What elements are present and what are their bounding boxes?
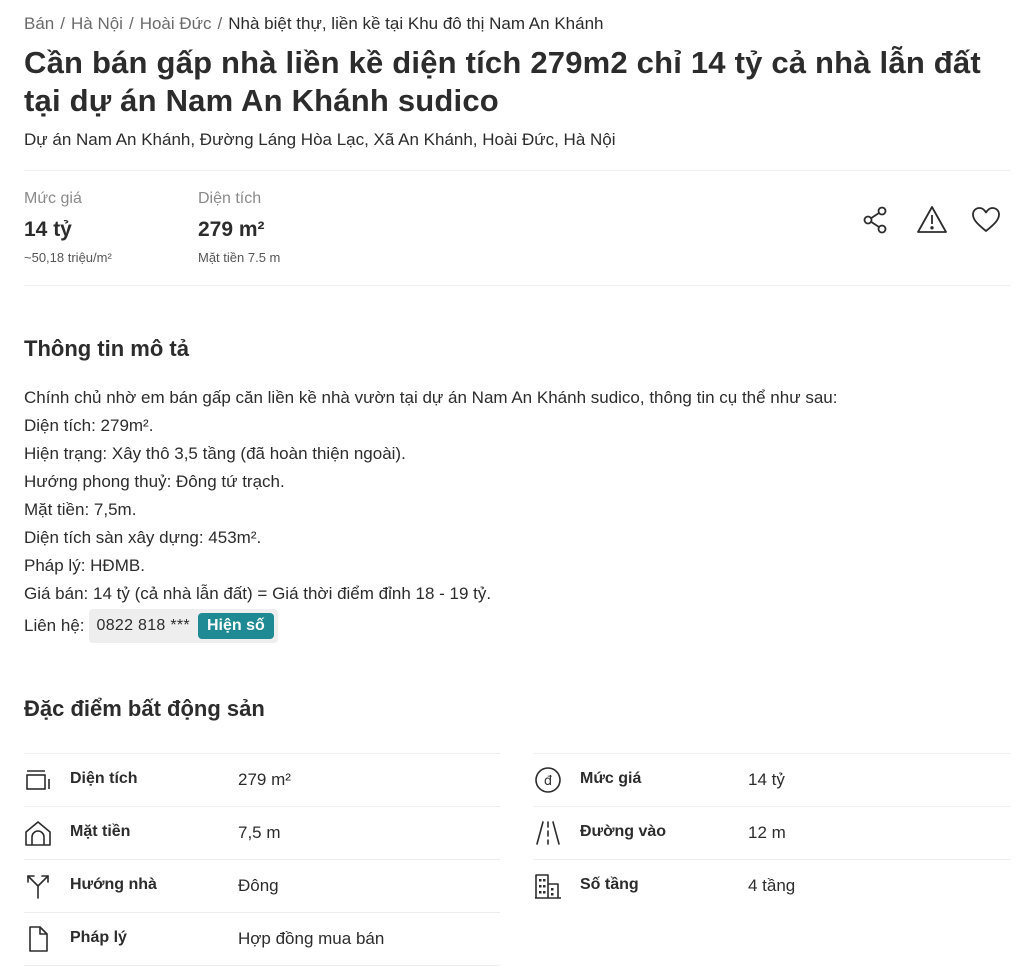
listing-title: Cần bán gấp nhà liền kề diện tích 279m2 … xyxy=(24,45,981,118)
masked-phone-number: 0822 818 *** xyxy=(96,617,190,634)
price-value: 14 tỷ xyxy=(24,218,72,241)
features-column-right: đ Mức giá 14 tỷ Đường vào 12 m Số tầng 4… xyxy=(534,753,1010,912)
listing-actions xyxy=(860,204,1010,236)
feature-label: Đường vào xyxy=(580,823,667,840)
direction-icon xyxy=(24,872,52,900)
phone-box: 0822 818 *** Hiện số xyxy=(88,609,278,643)
area-label: Diện tích xyxy=(198,190,262,207)
contact-label: Liên hệ: xyxy=(24,616,85,635)
feature-value: 279 m² xyxy=(238,770,291,789)
svg-text:đ: đ xyxy=(544,774,553,789)
show-phone-button[interactable]: Hiện số xyxy=(197,613,274,639)
description-line: Hiện trạng: Xây thô 3,5 tầng (đã hoàn th… xyxy=(24,444,406,463)
feature-value: 14 tỷ xyxy=(748,770,785,789)
breadcrumb-item-ban[interactable]: Bán xyxy=(24,14,54,33)
warning-icon xyxy=(917,206,947,233)
feature-label: Diện tích xyxy=(70,770,138,787)
breadcrumb-item-ha-noi[interactable]: Hà Nội xyxy=(71,14,123,33)
breadcrumb-separator: / xyxy=(60,14,65,33)
price-summary: Mức giá 14 tỷ ~50,18 triệu/m² xyxy=(24,190,112,265)
breadcrumb-separator: / xyxy=(217,14,223,33)
feature-row-price: đ Mức giá 14 tỷ xyxy=(534,753,1010,806)
report-button[interactable] xyxy=(916,204,948,236)
description-line: Mặt tiền: 7,5m. xyxy=(24,500,137,519)
price-label: Mức giá xyxy=(24,190,82,207)
feature-row-road: Đường vào 12 m xyxy=(534,806,1010,859)
feature-label: Số tầng xyxy=(580,876,639,893)
features-column-left: Diện tích 279 m² Mặt tiền 7,5 m Hướng nh… xyxy=(24,753,500,966)
features-heading: Đặc điểm bất động sản xyxy=(24,696,265,721)
house-front-icon xyxy=(24,819,52,847)
document-icon xyxy=(24,925,52,953)
feature-row-legal: Pháp lý Hợp đồng mua bán xyxy=(24,912,500,966)
feature-label: Hướng nhà xyxy=(70,876,157,893)
description-line: Hướng phong thuỷ: Đông tứ trạch. xyxy=(24,472,285,491)
breadcrumb-separator: / xyxy=(128,14,134,33)
dong-currency-icon: đ xyxy=(534,766,562,794)
price-per-m2: ~50,18 triệu/m² xyxy=(24,250,112,265)
description-heading: Thông tin mô tả xyxy=(24,336,189,361)
feature-value: 12 m xyxy=(748,823,786,842)
contact-row: Liên hệ: 0822 818 *** Hiện số xyxy=(24,608,278,644)
description-line: Giá bán: 14 tỷ (cả nhà lẫn đất) = Giá th… xyxy=(24,584,492,603)
divider xyxy=(24,170,1010,171)
building-icon xyxy=(534,872,562,900)
description-line: Diện tích sàn xây dựng: 453m². xyxy=(24,528,262,547)
divider xyxy=(24,285,1010,286)
area-icon xyxy=(24,766,52,794)
breadcrumb: Bán / Hà Nội / Hoài Đức / Nhà biệt thự, liền k… xyxy=(24,14,604,34)
road-icon xyxy=(534,819,562,847)
description-line: Pháp lý: HĐMB. xyxy=(24,556,145,575)
feature-label: Mặt tiền xyxy=(70,823,131,840)
feature-label: Mức giá xyxy=(580,770,642,787)
feature-value: Đông xyxy=(238,876,279,895)
heart-icon xyxy=(972,207,1000,232)
frontage-summary: Mặt tiền 7.5 m xyxy=(198,250,281,265)
breadcrumb-item-hoai-duc[interactable]: Hoài Đức xyxy=(140,14,212,33)
feature-value: 4 tầng xyxy=(748,876,796,895)
share-button[interactable] xyxy=(860,204,892,236)
save-button[interactable] xyxy=(970,204,1002,236)
feature-row-floors: Số tầng 4 tầng xyxy=(534,859,1010,912)
share-icon xyxy=(863,206,887,234)
feature-value: Hợp đồng mua bán xyxy=(238,929,385,948)
area-value: 279 m² xyxy=(198,218,265,241)
listing-address: Dự án Nam An Khánh, Đường Láng Hòa Lạc, … xyxy=(24,130,616,149)
description-line: Chính chủ nhờ em bán gấp căn liền kề nhà… xyxy=(24,388,838,407)
breadcrumb-current: Nhà biệt thự, liền kề tại Khu đô thị Nam… xyxy=(228,14,604,33)
description-body: Chính chủ nhờ em bán gấp căn liền kề nhà… xyxy=(24,386,837,610)
feature-row-area: Diện tích 279 m² xyxy=(24,753,500,806)
feature-row-frontage: Mặt tiền 7,5 m xyxy=(24,806,500,859)
feature-label: Pháp lý xyxy=(70,929,127,946)
feature-row-direction: Hướng nhà Đông xyxy=(24,859,500,912)
area-summary: Diện tích 279 m² Mặt tiền 7.5 m xyxy=(198,190,280,265)
feature-value: 7,5 m xyxy=(238,823,281,842)
description-line: Diện tích: 279m². xyxy=(24,416,154,435)
